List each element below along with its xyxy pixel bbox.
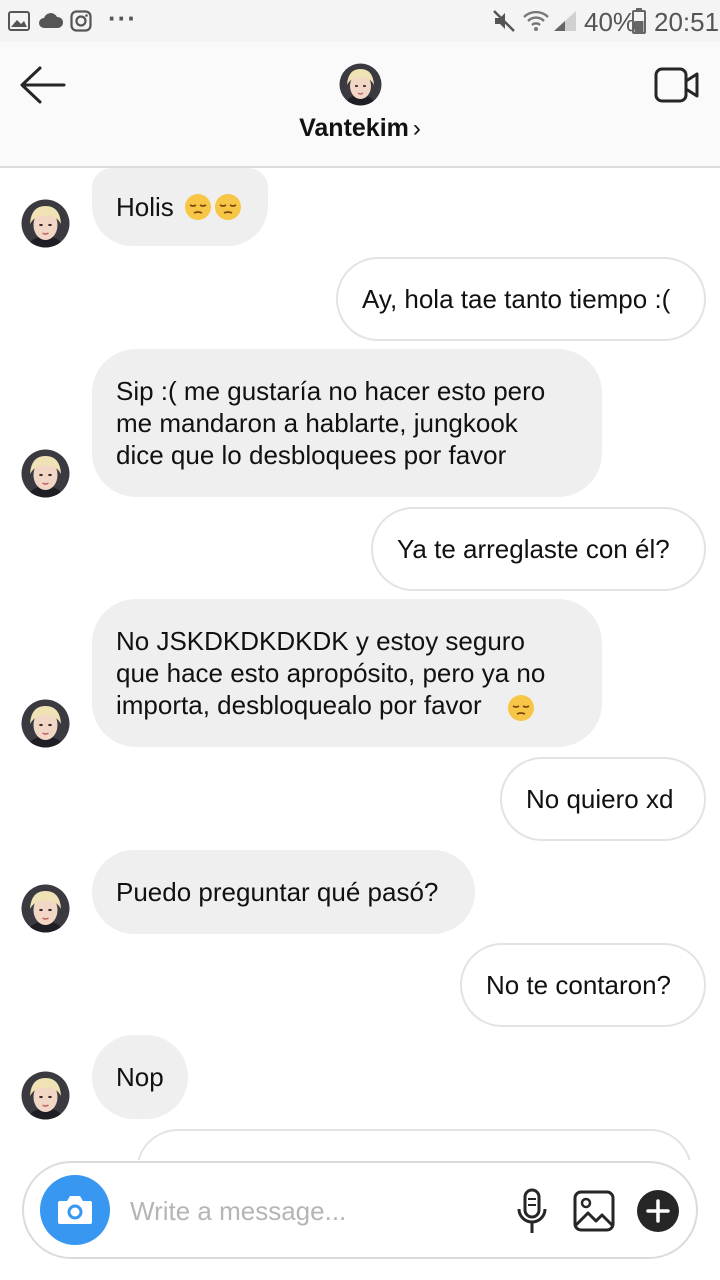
- message-bubble-incoming[interactable]: Puedo preguntar qué pasó?: [92, 850, 475, 934]
- message-bubble-incoming[interactable]: Holis: [92, 168, 268, 246]
- message-bubble-incoming[interactable]: Nop: [92, 1035, 188, 1119]
- message-text: Nop: [116, 1062, 164, 1092]
- message-text: Holis: [116, 192, 174, 222]
- chat-header: Vantekim ›: [0, 42, 720, 168]
- wifi-icon: [523, 10, 549, 31]
- plus-icon[interactable]: [636, 1189, 680, 1233]
- mute-icon: [493, 10, 515, 32]
- sender-avatar[interactable]: [21, 199, 70, 248]
- battery-percent: 40%: [584, 7, 637, 37]
- cloud-icon: [39, 13, 64, 28]
- message-bubble-outgoing-partial[interactable]: [136, 1129, 692, 1160]
- sender-avatar[interactable]: [21, 1071, 70, 1120]
- message-bubble-outgoing[interactable]: Ay, hola tae tanto tiempo :(: [336, 257, 706, 341]
- instagram-icon: [70, 10, 92, 32]
- header-avatar[interactable]: [339, 63, 382, 106]
- message-bubble-outgoing[interactable]: No te contaron?: [460, 943, 706, 1027]
- camera-icon: [58, 1196, 92, 1224]
- message-text: Ya te arreglaste con él?: [397, 534, 670, 564]
- sender-avatar[interactable]: [21, 884, 70, 933]
- signal-icon: [554, 11, 576, 31]
- message-composer: [22, 1161, 698, 1259]
- message-text: No te contaron?: [486, 970, 672, 1000]
- chevron-right-icon: ›: [412, 115, 421, 142]
- message-bubble-incoming[interactable]: No JSKDKDKDKDK y estoy seguro que hace e…: [92, 599, 602, 747]
- video-camera-icon[interactable]: [654, 66, 700, 104]
- clock: 20:51: [654, 7, 720, 37]
- gallery-icon[interactable]: [572, 1189, 616, 1233]
- battery-icon: [632, 8, 646, 34]
- chat-username[interactable]: Vantekim ›: [0, 114, 720, 143]
- message-bubble-outgoing[interactable]: No quiero xd: [500, 757, 706, 841]
- camera-button[interactable]: [40, 1175, 110, 1245]
- message-input[interactable]: [130, 1189, 470, 1233]
- message-bubble-outgoing[interactable]: Ya te arreglaste con él?: [371, 507, 706, 591]
- message-text: No JSKDKDKDKDK y estoy seguro que hace e…: [116, 626, 546, 720]
- image-icon: [8, 11, 30, 31]
- sender-avatar[interactable]: [21, 449, 70, 498]
- pensive-emoji: [214, 194, 241, 220]
- status-bar: ··· 40% 20:51: [0, 0, 720, 42]
- message-text: Puedo preguntar qué pasó?: [116, 877, 439, 907]
- message-text: Ay, hola tae tanto tiempo :(: [362, 284, 671, 314]
- back-arrow-icon[interactable]: [18, 62, 68, 108]
- message-bubble-incoming[interactable]: Sip :( me gustaría no hacer esto pero me…: [92, 349, 602, 497]
- pensive-emoji: [184, 194, 211, 220]
- username-text: Vantekim: [299, 114, 409, 142]
- sender-avatar[interactable]: [21, 699, 70, 748]
- pensive-emoji: [508, 695, 534, 721]
- message-text: No quiero xd: [526, 784, 674, 814]
- more-notifications: ···: [108, 3, 137, 33]
- message-text: Sip :( me gustaría no hacer esto pero me…: [116, 376, 546, 470]
- microphone-icon[interactable]: [514, 1187, 550, 1237]
- message-thread[interactable]: Holis Ay, hola tae tanto tiempo :(Sip:…: [0, 168, 720, 1160]
